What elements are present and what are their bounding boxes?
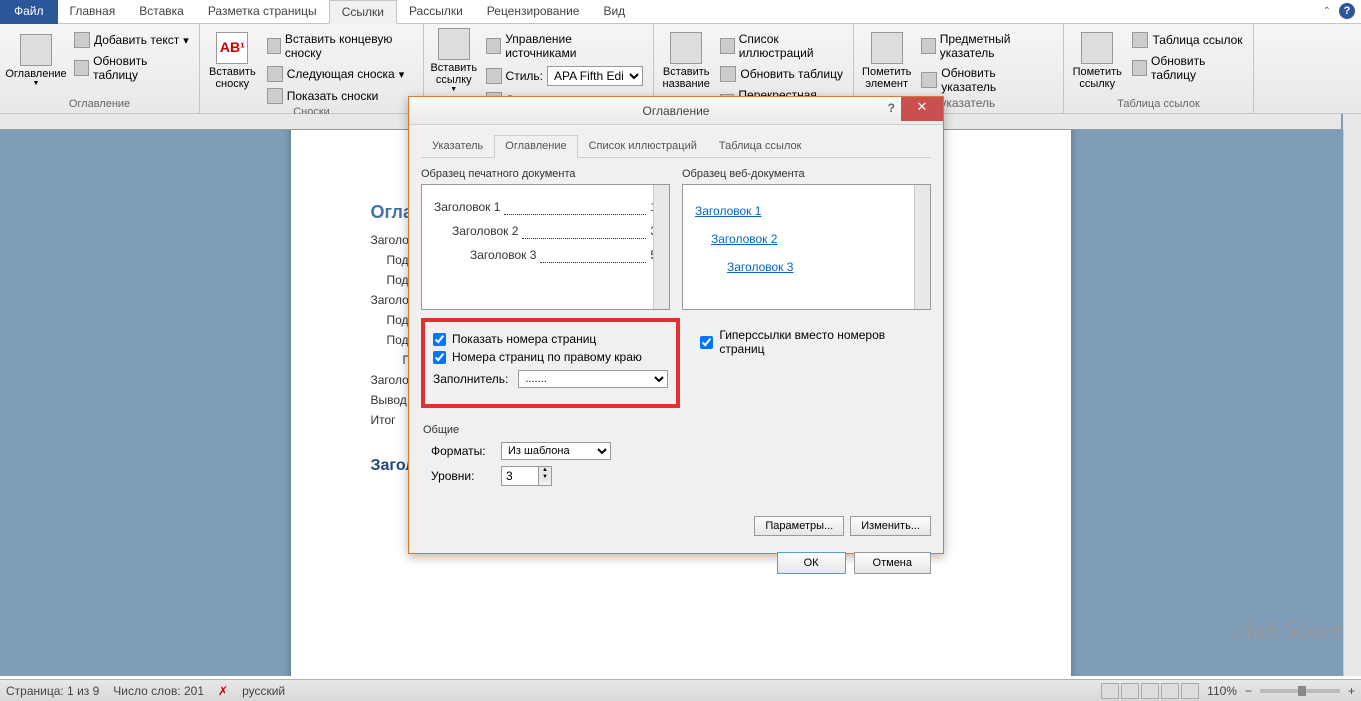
dialog-help-icon[interactable]: ? bbox=[888, 101, 895, 115]
formats-select[interactable]: Из шаблона bbox=[501, 442, 611, 460]
dialog-title: Оглавление bbox=[643, 104, 710, 118]
view-print-layout-icon[interactable] bbox=[1101, 683, 1119, 699]
show-footnotes-button[interactable]: Показать сноски bbox=[263, 86, 417, 106]
web-preview-label: Образец веб-документа bbox=[682, 168, 931, 180]
show-page-numbers-checkbox[interactable]: Показать номера страниц bbox=[433, 332, 668, 346]
minimize-ribbon-icon[interactable]: ⌃ bbox=[1323, 6, 1331, 17]
dlg-tab-authorities[interactable]: Таблица ссылок bbox=[708, 135, 813, 157]
status-page[interactable]: Страница: 1 из 9 bbox=[6, 684, 99, 698]
levels-label: Уровни: bbox=[431, 469, 491, 483]
vertical-scrollbar[interactable] bbox=[1343, 130, 1361, 676]
zoom-out-button[interactable]: − bbox=[1245, 684, 1252, 698]
add-text-button[interactable]: Добавить текст ▾ bbox=[70, 30, 193, 50]
options-button[interactable]: Параметры... bbox=[754, 516, 844, 536]
status-proofing-icon[interactable]: ✗ bbox=[218, 684, 228, 698]
insert-citation-button[interactable]: Вставить ссылку▼ bbox=[430, 26, 478, 96]
tab-layout[interactable]: Разметка страницы bbox=[196, 0, 329, 24]
toc-button[interactable]: Оглавление▼ bbox=[6, 26, 66, 96]
print-preview-label: Образец печатного документа bbox=[421, 168, 670, 180]
update-index-button[interactable]: Обновить указатель bbox=[917, 64, 1057, 96]
tab-view[interactable]: Вид bbox=[591, 0, 637, 24]
general-section-label: Общие bbox=[423, 424, 931, 436]
authorities-table-button[interactable]: Таблица ссылок bbox=[1128, 30, 1247, 50]
status-language[interactable]: русский bbox=[242, 684, 285, 698]
tab-mailings[interactable]: Рассылки bbox=[397, 0, 475, 24]
ruler-corner bbox=[1343, 114, 1361, 130]
dialog-titlebar[interactable]: Оглавление ? ✕ bbox=[409, 97, 943, 125]
levels-spinner[interactable]: ▲▼ bbox=[501, 466, 552, 486]
dlg-tab-toc[interactable]: Оглавление bbox=[494, 135, 577, 158]
cancel-button[interactable]: Отмена bbox=[854, 552, 931, 574]
formats-label: Форматы: bbox=[431, 444, 491, 458]
web-preview-link: Заголовок 2 bbox=[711, 227, 918, 251]
tab-home[interactable]: Главная bbox=[58, 0, 128, 24]
next-footnote-button[interactable]: Следующая сноска ▾ bbox=[263, 64, 417, 84]
tab-references[interactable]: Ссылки bbox=[329, 0, 397, 24]
dialog-close-button[interactable]: ✕ bbox=[901, 97, 943, 121]
insert-footnote-button[interactable]: AB¹Вставить сноску bbox=[206, 26, 259, 96]
web-preview: Заголовок 1 Заголовок 2 Заголовок 3 bbox=[682, 184, 931, 310]
update-toc-button[interactable]: Обновить таблицу bbox=[70, 52, 193, 84]
leader-select[interactable]: ....... bbox=[518, 370, 668, 388]
modify-button[interactable]: Изменить... bbox=[850, 516, 931, 536]
tab-insert[interactable]: Вставка bbox=[127, 0, 196, 24]
dlg-tab-index[interactable]: Указатель bbox=[421, 135, 494, 157]
zoom-level[interactable]: 110% bbox=[1207, 684, 1237, 698]
view-reading-icon[interactable] bbox=[1121, 683, 1139, 699]
insert-caption-button[interactable]: Вставить название bbox=[660, 26, 712, 96]
hyperlinks-checkbox[interactable]: Гиперссылки вместо номеров страниц bbox=[700, 328, 931, 356]
file-tab[interactable]: Файл bbox=[0, 0, 58, 24]
watermark: club Sovet bbox=[1233, 616, 1341, 646]
update-captions-button[interactable]: Обновить таблицу bbox=[716, 64, 847, 84]
mark-citation-button[interactable]: Пометить ссылку bbox=[1070, 26, 1124, 96]
group-toc-label: Оглавление bbox=[6, 98, 193, 112]
dlg-tab-illustrations[interactable]: Список иллюстраций bbox=[578, 135, 708, 157]
citation-style-select[interactable]: Стиль: APA Fifth Edition bbox=[482, 64, 647, 88]
view-outline-icon[interactable] bbox=[1161, 683, 1179, 699]
mark-entry-button[interactable]: Пометить элемент bbox=[860, 26, 913, 96]
right-align-numbers-checkbox[interactable]: Номера страниц по правому краю bbox=[433, 350, 668, 364]
insert-endnote-button[interactable]: Вставить концевую сноску bbox=[263, 30, 417, 62]
preview-scrollbar[interactable] bbox=[914, 185, 930, 309]
zoom-in-button[interactable]: + bbox=[1348, 684, 1355, 698]
web-preview-link: Заголовок 1 bbox=[695, 199, 918, 223]
insert-index-button[interactable]: Предметный указатель bbox=[917, 30, 1057, 62]
tab-review[interactable]: Рецензирование bbox=[475, 0, 592, 24]
view-web-icon[interactable] bbox=[1141, 683, 1159, 699]
leader-label: Заполнитель: bbox=[433, 372, 508, 386]
web-preview-link: Заголовок 3 bbox=[727, 255, 918, 279]
toc-dialog: Оглавление ? ✕ Указатель Оглавление Спис… bbox=[408, 96, 944, 554]
ok-button[interactable]: ОК bbox=[777, 552, 846, 574]
manage-sources-button[interactable]: Управление источниками bbox=[482, 30, 647, 62]
zoom-slider[interactable] bbox=[1260, 689, 1340, 693]
preview-scrollbar[interactable] bbox=[653, 185, 669, 309]
status-wordcount[interactable]: Число слов: 201 bbox=[113, 684, 204, 698]
list-illustrations-button[interactable]: Список иллюстраций bbox=[716, 30, 847, 62]
view-draft-icon[interactable] bbox=[1181, 683, 1199, 699]
update-authorities-button[interactable]: Обновить таблицу bbox=[1128, 52, 1247, 84]
print-preview: Заголовок 11 Заголовок 23 Заголовок 35 bbox=[421, 184, 670, 310]
style-dropdown[interactable]: APA Fifth Edition bbox=[547, 66, 643, 86]
help-icon[interactable]: ? bbox=[1339, 3, 1355, 19]
group-authorities-label: Таблица ссылок bbox=[1070, 98, 1247, 112]
